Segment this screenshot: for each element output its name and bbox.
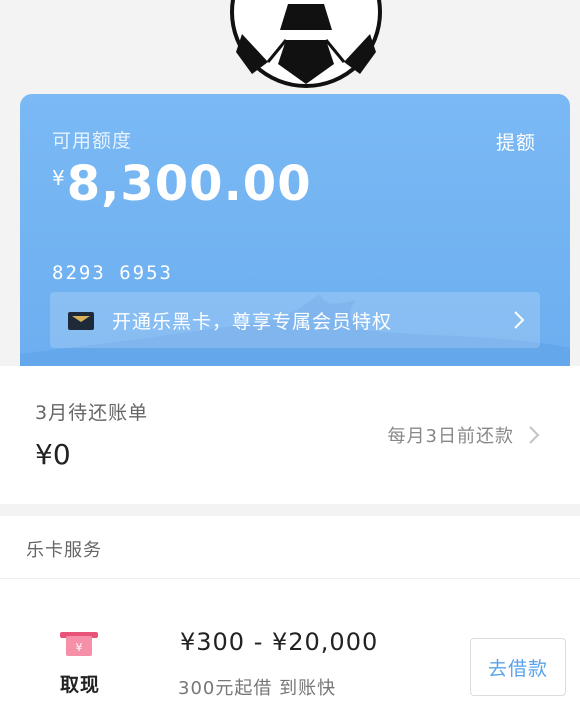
black-card-icon bbox=[68, 312, 94, 330]
chevron-right-icon bbox=[514, 311, 525, 329]
soccer-ball-icon bbox=[230, 0, 382, 88]
cash-icon: ¥ bbox=[60, 632, 98, 656]
currency-symbol: ¥ bbox=[52, 166, 65, 190]
card-number: 8293 6953 bbox=[52, 262, 173, 284]
bill-due-link[interactable]: 每月3日前还款 bbox=[388, 422, 540, 448]
page: 可用额度 提额 ¥ 8,300.00 8293 6953 开通乐黑卡，尊享专属会… bbox=[0, 0, 580, 714]
services-title: 乐卡服务 bbox=[26, 540, 102, 561]
raise-limit-button[interactable]: 提额 bbox=[496, 128, 536, 155]
borrow-button[interactable]: 去借款 bbox=[470, 638, 566, 696]
loan-range: ¥300 - ¥20,000 bbox=[180, 628, 379, 656]
loan-subtitle: 300元起借 到账快 bbox=[178, 678, 337, 699]
chevron-right-icon bbox=[529, 426, 540, 444]
bill-due-text: 每月3日前还款 bbox=[387, 426, 514, 447]
svg-text:¥: ¥ bbox=[76, 641, 83, 654]
promo-text: 开通乐黑卡，尊享专属会员特权 bbox=[112, 310, 393, 333]
bill-amount: ¥0 bbox=[35, 438, 71, 471]
credit-amount-value: 8,300.00 bbox=[66, 156, 312, 212]
bill-title: 3月待还账单 bbox=[35, 402, 149, 424]
monthly-bill-section[interactable]: 3月待还账单 ¥0 每月3日前还款 bbox=[0, 366, 580, 504]
available-credit-label: 可用额度 bbox=[52, 130, 133, 152]
cash-withdraw-label: 取现 bbox=[60, 674, 101, 696]
card-services-section: 乐卡服务 ¥ 取现 ¥300 - ¥20,000 300元起借 到账快 去借款 bbox=[0, 516, 580, 714]
credit-card-panel: 可用额度 提额 ¥ 8,300.00 8293 6953 开通乐黑卡，尊享专属会… bbox=[20, 94, 570, 366]
divider bbox=[0, 578, 580, 579]
black-card-promo-banner[interactable]: 开通乐黑卡，尊享专属会员特权 bbox=[50, 292, 540, 348]
available-credit-amount: ¥ 8,300.00 bbox=[52, 156, 312, 212]
